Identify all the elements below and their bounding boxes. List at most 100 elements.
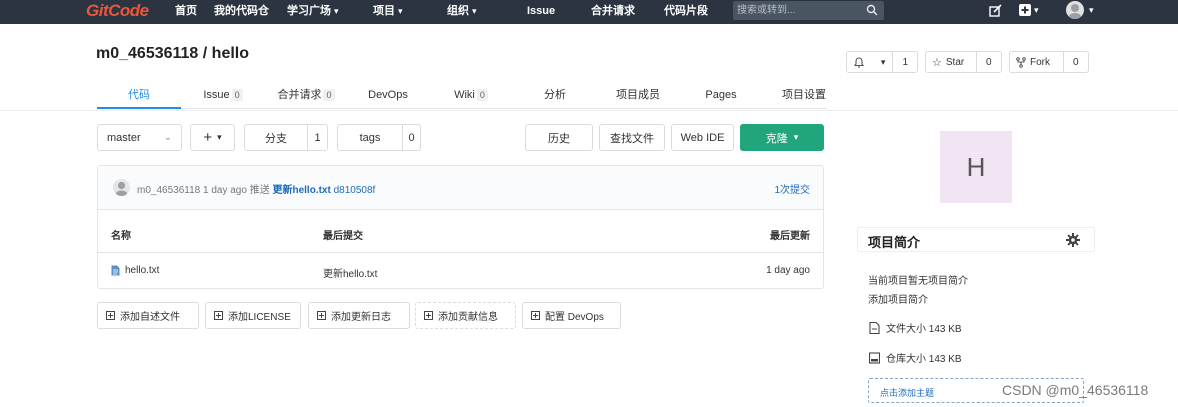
file-updated: 1 day ago <box>766 265 810 276</box>
nav-issue[interactable]: Issue <box>527 0 555 24</box>
chevron-down-icon: ⌄ <box>163 132 172 143</box>
nav-projects[interactable]: 项目 ▾ <box>373 0 403 24</box>
add-changelog-button[interactable]: 添加更新日志 <box>308 302 410 329</box>
clone-button[interactable]: 克隆 ▾ <box>740 124 824 151</box>
chevron-down-icon: ▾ <box>472 6 477 16</box>
tab-members[interactable]: 项目成员 <box>614 84 662 109</box>
find-file-button[interactable]: 查找文件 <box>599 124 665 151</box>
table-row[interactable]: hello.txt 更新hello.txt 1 day ago <box>98 254 823 288</box>
nav-issue-label: Issue <box>527 5 556 17</box>
plus-square-icon <box>1019 3 1031 16</box>
plus-icon: + <box>203 128 213 146</box>
tab-analytics[interactable]: 分析 <box>543 84 567 109</box>
fork-icon <box>1016 56 1026 68</box>
commit-message[interactable]: 更新hello.txt <box>272 185 330 196</box>
fork-button[interactable]: Fork 0 <box>1009 51 1089 73</box>
tab-pages-label: Pages <box>705 89 737 101</box>
plus-square-icon <box>531 311 540 320</box>
nav-learning-label: 学习广场 <box>287 5 331 17</box>
nav-home-label: 首页 <box>175 5 197 17</box>
create-new-menu[interactable]: ▾ <box>1019 2 1039 18</box>
watch-button[interactable]: ▾ 1 <box>846 51 918 73</box>
nav-learning[interactable]: 学习广场 ▾ <box>287 0 339 24</box>
add-readme-button[interactable]: 添加自述文件 <box>97 302 199 329</box>
file-icon <box>869 321 880 334</box>
tags-count: 0 <box>402 125 420 150</box>
nav-groups[interactable]: 组织 ▾ <box>447 0 477 24</box>
tab-settings[interactable]: 项目设置 <box>780 84 828 109</box>
column-header-last-update: 最后更新 <box>770 231 810 242</box>
repo-size-row: 仓库大小 143 KB <box>869 350 962 365</box>
plus-square-icon <box>214 311 223 320</box>
tab-pages[interactable]: Pages <box>705 84 737 109</box>
committer-avatar[interactable] <box>113 179 130 196</box>
nav-my-repos[interactable]: 我的代码仓 <box>214 0 269 24</box>
watch-count: 1 <box>892 52 917 72</box>
table-header: 名称 最后提交 最后更新 <box>98 211 823 253</box>
page-title[interactable]: m0_46536118 / hello <box>96 45 249 63</box>
chevron-down-icon: ▾ <box>398 6 403 16</box>
nav-groups-label: 组织 <box>447 5 469 17</box>
watermark: CSDN @m0_46536118 <box>1002 382 1149 398</box>
file-text-icon <box>111 265 120 276</box>
search-input[interactable] <box>737 2 857 19</box>
commit-sha[interactable]: d810508f <box>334 185 376 196</box>
web-ide-button[interactable]: Web IDE <box>671 124 734 151</box>
tab-wiki-badge: 0 <box>476 89 488 101</box>
commit-action: 推送 <box>249 185 270 196</box>
tab-wiki[interactable]: Wiki 0 <box>451 84 491 109</box>
gitcode-logo[interactable]: GitCode <box>86 1 149 21</box>
file-last-commit[interactable]: 更新hello.txt <box>323 265 377 280</box>
branch-select-value: master <box>107 131 141 144</box>
tab-wiki-label: Wiki <box>454 89 475 101</box>
search-icon[interactable] <box>866 4 878 16</box>
tab-merge-requests[interactable]: 合并请求 0 <box>274 84 338 109</box>
edit-icon[interactable] <box>989 4 1002 20</box>
storage-icon <box>869 351 880 364</box>
clone-button-label: 克隆 <box>765 132 788 145</box>
divider <box>0 110 1178 111</box>
bell-icon <box>854 57 864 68</box>
add-readme-label: 添加自述文件 <box>120 312 180 323</box>
commit-author[interactable]: m0_46536118 <box>137 185 200 196</box>
search-box <box>733 1 884 20</box>
nav-projects-label: 项目 <box>373 5 395 17</box>
column-header-last-commit: 最后提交 <box>323 231 363 242</box>
fork-label: Fork <box>1030 56 1050 68</box>
branch-select[interactable]: master ⌄ <box>97 124 182 151</box>
branches-button[interactable]: 分支 1 <box>244 124 328 151</box>
file-browser: m0_46536118 1 day ago 推送 更新hello.txt d81… <box>97 165 824 289</box>
nav-home[interactable]: 首页 <box>175 0 197 24</box>
nav-snippets[interactable]: 代码片段 <box>664 0 708 24</box>
tab-devops[interactable]: DevOps <box>367 84 409 109</box>
add-menu-button[interactable]: + ▾ <box>190 124 235 151</box>
top-navbar: GitCode 首页 我的代码仓 学习广场 ▾ 项目 ▾ 组织 ▾ Issue 合并请… <box>0 0 1178 24</box>
tags-button[interactable]: tags 0 <box>337 124 421 151</box>
add-description-link[interactable]: 添加项目简介 <box>868 291 928 306</box>
star-button[interactable]: ☆ Star 0 <box>925 51 1002 73</box>
star-count: 0 <box>976 52 1001 72</box>
commit-summary: m0_46536118 1 day ago 推送 更新hello.txt d81… <box>137 181 375 196</box>
column-header-name: 名称 <box>111 231 131 242</box>
chevron-down-icon[interactable]: ▾ <box>1089 5 1094 21</box>
add-license-label: 添加LICENSE <box>228 312 291 323</box>
gear-icon[interactable] <box>1066 233 1080 247</box>
add-contributing-label: 添加贡献信息 <box>438 312 498 323</box>
file-name-cell[interactable]: hello.txt <box>111 265 159 276</box>
commit-count-link[interactable]: 1次提交 <box>774 181 810 196</box>
add-license-button[interactable]: 添加LICENSE <box>205 302 301 329</box>
tab-issue-badge: 0 <box>231 89 243 101</box>
tab-issue[interactable]: Issue 0 <box>200 84 246 109</box>
nav-merge-requests[interactable]: 合并请求 <box>591 0 635 24</box>
tab-settings-label: 项目设置 <box>782 89 826 101</box>
user-avatar[interactable] <box>1066 1 1084 19</box>
add-contributing-button[interactable]: 添加贡献信息 <box>415 302 516 329</box>
nav-my-repos-label: 我的代码仓 <box>214 5 269 17</box>
tab-code[interactable]: 代码 <box>97 84 181 109</box>
chevron-down-icon: ▾ <box>793 132 799 142</box>
configure-devops-button[interactable]: 配置 DevOps <box>522 302 621 329</box>
history-button[interactable]: 历史 <box>525 124 593 151</box>
last-commit-row: m0_46536118 1 day ago 推送 更新hello.txt d81… <box>98 166 823 210</box>
file-name[interactable]: hello.txt <box>125 265 159 276</box>
plus-square-icon <box>424 311 433 320</box>
